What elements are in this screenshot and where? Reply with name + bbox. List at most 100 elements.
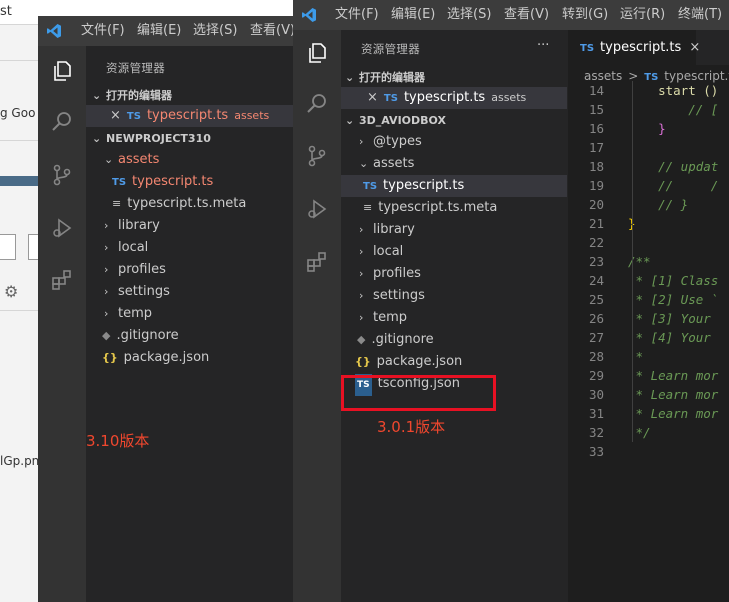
chevron-right-icon: › — [359, 223, 364, 236]
open-editor-folder: assets — [234, 109, 270, 122]
code-area[interactable]: 14 start () 15 // [16 } 17 18 // updat 19 //… — [568, 81, 729, 481]
more-actions-icon[interactable]: ··· — [537, 38, 549, 53]
explorer-sidebar: 资源管理器 ··· ⌄ 打开的编辑器 × TS typescript.ts assets… — [341, 30, 567, 602]
line-number: 31 — [588, 406, 604, 421]
line-number: 27 — [588, 330, 604, 345]
tree-item-typescript-ts[interactable]: TS typescript.ts — [112, 171, 213, 193]
tree-item-typescript-meta[interactable]: ≡ typescript.ts.meta — [363, 197, 497, 219]
chevron-right-icon: › — [104, 285, 109, 298]
open-editor-label: typescript.ts — [146, 108, 229, 123]
line-number: 30 — [588, 387, 604, 402]
open-editor-item[interactable]: × TS typescript.ts assets — [86, 105, 300, 127]
tree-item-types[interactable]: › @types — [359, 131, 422, 153]
tab-typescript-ts[interactable]: TS typescript.ts × — [568, 30, 700, 65]
menu-view[interactable]: 查看(V) — [250, 16, 295, 46]
background-divider — [0, 140, 40, 141]
tree-item-local[interactable]: › local — [104, 237, 148, 259]
vscode-logo-icon — [47, 24, 61, 38]
menu-file[interactable]: 文件(F) — [335, 0, 379, 30]
tree-item-assets[interactable]: ⌄ assets — [359, 153, 414, 175]
chevron-down-icon: ⌄ — [359, 157, 369, 170]
extensions-icon[interactable] — [305, 250, 329, 274]
typescript-file-icon: TS — [383, 93, 398, 104]
tree-item-profiles[interactable]: › profiles — [104, 259, 166, 281]
open-editor-item[interactable]: × TS typescript.ts assets — [341, 87, 567, 109]
tree-item-library[interactable]: › library — [359, 219, 415, 241]
extensions-icon[interactable] — [50, 268, 74, 292]
tree-item-gitignore[interactable]: ◆ .gitignore — [357, 329, 434, 351]
open-editors-section[interactable]: ⌄ 打开的编辑器 — [92, 87, 172, 103]
run-debug-icon[interactable] — [50, 216, 74, 240]
tree-item-temp[interactable]: › temp — [104, 303, 152, 325]
titlebar: 文件(F) 编辑(E) 选择(S) 查看(V) 转到(G) 运行(R) 终端(T… — [293, 0, 729, 30]
source-control-icon[interactable] — [305, 144, 329, 168]
menu-terminal[interactable]: 终端(T) — [678, 0, 722, 30]
line-number: 32 — [588, 425, 604, 440]
line-number: 19 — [588, 178, 604, 193]
menu-view[interactable]: 查看(V) — [504, 0, 549, 30]
chevron-down-icon: ⌄ — [104, 153, 114, 166]
background-divider — [0, 60, 40, 61]
close-icon[interactable]: × — [367, 90, 378, 105]
explorer-icon[interactable] — [305, 41, 329, 65]
explorer-icon[interactable] — [50, 59, 74, 83]
tree-item-settings[interactable]: › settings — [359, 285, 425, 307]
explorer-title: 资源管理器 — [106, 61, 165, 75]
menu-run[interactable]: 运行(R) — [620, 0, 665, 30]
chevron-right-icon: › — [359, 289, 364, 302]
background-text: g Goo — [0, 106, 36, 120]
line-number: 16 — [588, 121, 604, 136]
line-number: 26 — [588, 311, 604, 326]
background-input[interactable] — [0, 234, 16, 260]
project-section[interactable]: ⌄ NEWPROJECT310 — [92, 132, 211, 145]
menu-edit[interactable]: 编辑(E) — [137, 16, 181, 46]
search-icon[interactable] — [50, 110, 74, 134]
line-number: 24 — [588, 273, 604, 288]
tree-item-package-json[interactable]: {} package.json — [102, 347, 209, 369]
tree-item-typescript-meta[interactable]: ≡ typescript.ts.meta — [112, 193, 246, 215]
tree-item-settings[interactable]: › settings — [104, 281, 170, 303]
tree-item-temp[interactable]: › temp — [359, 307, 407, 329]
titlebar: 文件(F) 编辑(E) 选择(S) 查看(V) — [38, 16, 300, 46]
tree-item-profiles[interactable]: › profiles — [359, 263, 421, 285]
tree-item-gitignore[interactable]: ◆ .gitignore — [102, 325, 179, 347]
tree-item-package-json[interactable]: {} package.json — [355, 351, 462, 373]
typescript-file-icon: TS — [112, 177, 127, 188]
background-divider — [0, 24, 40, 25]
open-editors-section[interactable]: ⌄ 打开的编辑器 — [345, 69, 425, 85]
tree-item-typescript-ts[interactable]: TS typescript.ts — [341, 175, 567, 197]
line-number: 21 — [588, 216, 604, 231]
gear-icon[interactable]: ⚙ — [4, 282, 22, 301]
project-section[interactable]: ⌄ 3D_AVIODBOX — [345, 114, 446, 127]
tree-item-assets[interactable]: ⌄ assets — [104, 149, 159, 171]
activity-bar — [293, 30, 341, 602]
line-number: 29 — [588, 368, 604, 383]
background-bar — [0, 176, 40, 186]
background-text: lGp.pn — [0, 454, 40, 468]
tree-item-library[interactable]: › library — [104, 215, 160, 237]
close-icon[interactable]: × — [689, 40, 700, 55]
typescript-file-icon: TS — [580, 43, 595, 54]
background-app: st g Goo ⚙ lGp.pn — [0, 0, 48, 602]
file-lines-icon: ≡ — [112, 197, 122, 210]
chevron-right-icon: › — [104, 241, 109, 254]
line-number: 23 — [588, 254, 604, 269]
search-icon[interactable] — [305, 92, 329, 116]
menu-edit[interactable]: 编辑(E) — [391, 0, 435, 30]
version-label: 3.0.1版本 — [377, 418, 446, 436]
code-line: * [1] Class — [628, 273, 719, 288]
menu-file[interactable]: 文件(F) — [81, 16, 125, 46]
tree-item-local[interactable]: › local — [359, 241, 403, 263]
tab-bar: TS typescript.ts × — [568, 30, 729, 65]
version-label: 3.10版本 — [86, 432, 150, 450]
close-icon[interactable]: × — [110, 108, 121, 123]
menu-selection[interactable]: 选择(S) — [193, 16, 237, 46]
menu-selection[interactable]: 选择(S) — [447, 0, 491, 30]
menu-goto[interactable]: 转到(G) — [562, 0, 608, 30]
run-debug-icon[interactable] — [305, 197, 329, 221]
activity-bar — [38, 46, 86, 602]
source-control-icon[interactable] — [50, 163, 74, 187]
line-number: 25 — [588, 292, 604, 307]
file-lines-icon: ≡ — [363, 201, 373, 214]
open-editor-folder: assets — [491, 91, 527, 104]
